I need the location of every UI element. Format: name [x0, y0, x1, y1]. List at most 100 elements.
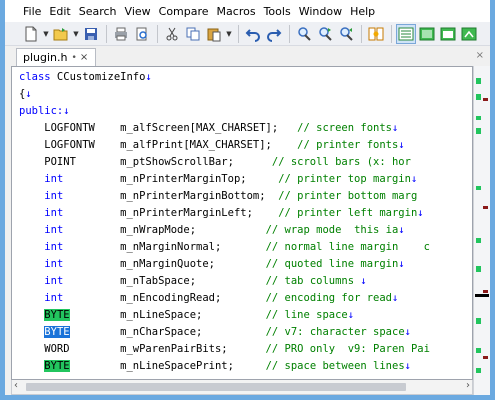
code-lines[interactable]: class CCustomizeInfo↓ {↓ public:↓ LOGFONTW… — [19, 69, 472, 375]
window-frame-right — [490, 0, 495, 400]
code-line[interactable]: int m_nEncodingRead; // encoding for rea… — [19, 290, 472, 307]
close-all-icon[interactable]: × — [476, 50, 484, 61]
map-marker-green — [476, 238, 481, 243]
code-token: ↓ — [417, 207, 424, 219]
code-token: BYTE — [44, 309, 70, 321]
code-editor[interactable]: class CCustomizeInfo↓ {↓ public:↓ LOGFONTW… — [11, 66, 473, 380]
green-panel-icon[interactable] — [417, 24, 437, 44]
code-line[interactable]: BYTE m_nLineSpacePrint; // space between… — [19, 358, 472, 375]
tab-plugin-h[interactable]: plugin.h • × — [16, 48, 96, 66]
diff-map-bar[interactable] — [473, 66, 490, 395]
code-token: int — [44, 258, 64, 270]
map-marker-green — [476, 318, 481, 324]
code-line[interactable]: class CCustomizeInfo↓ — [19, 69, 472, 86]
view-mode-icon[interactable] — [396, 23, 416, 44]
close-icon[interactable]: × — [80, 52, 88, 63]
menu-search[interactable]: Search — [79, 2, 125, 21]
toolbar-separator — [106, 24, 107, 43]
code-token: // scroll bars (x: hor — [271, 156, 411, 168]
code-token: int — [44, 241, 64, 253]
code-line[interactable]: int m_nWrapMode; // wrap mode this ia↓ — [19, 222, 472, 239]
code-line[interactable]: int m_nPrinterMarginTop; // printer top … — [19, 171, 472, 188]
code-line[interactable]: int m_nMarginQuote; // quoted line margi… — [19, 256, 472, 273]
code-line[interactable]: int m_nMarginNormal; // normal line marg… — [19, 239, 472, 256]
code-line[interactable]: {↓ — [19, 86, 472, 103]
code-token: POINT m_ptShowScrollBar; — [19, 156, 272, 168]
save-icon[interactable] — [81, 24, 101, 44]
code-token: // wrap mode this ia — [265, 224, 399, 236]
menu-macros[interactable]: Macros — [217, 2, 264, 21]
code-token: // tab columns — [265, 275, 361, 287]
open-folder-icon[interactable] — [51, 24, 71, 44]
code-token: // space between lines — [265, 360, 405, 372]
find-icon[interactable] — [294, 24, 314, 44]
menu-file[interactable]: File — [23, 2, 49, 21]
print-icon[interactable] — [111, 24, 131, 44]
code-line[interactable]: POINT m_ptShowScrollBar; // scroll bars … — [19, 154, 472, 171]
code-token: WORD m_wParenPairBits; — [19, 343, 266, 355]
paste-icon[interactable] — [204, 24, 224, 44]
find-next-icon[interactable] — [315, 24, 335, 44]
menu-help[interactable]: Help — [350, 2, 383, 21]
code-token: ↓ — [404, 360, 411, 372]
new-file-icon[interactable] — [21, 24, 41, 44]
code-token: CCustomizeInfo — [50, 71, 146, 83]
redo-icon[interactable] — [264, 24, 284, 44]
code-token: LOGFONTW m_alfScreen[MAX_CHARSET]; — [19, 122, 298, 134]
code-token: m_nMarginQuote; — [63, 258, 266, 270]
code-token: ↓ — [391, 122, 399, 134]
code-line[interactable]: public:↓ — [19, 103, 472, 120]
code-token: int — [44, 292, 64, 304]
pin-icon[interactable]: • — [72, 53, 77, 63]
code-line[interactable]: BYTE m_nLineSpace; // line space↓ — [19, 307, 472, 324]
restore-icon[interactable] — [459, 24, 479, 44]
scroll-right-icon[interactable]: › — [466, 380, 470, 391]
code-token: int — [44, 224, 64, 236]
code-line[interactable]: LOGFONTW m_alfPrint[MAX_CHARSET]; // pri… — [19, 137, 472, 154]
menu-window[interactable]: Window — [299, 2, 350, 21]
code-token: ↓ — [392, 292, 399, 304]
copy-icon[interactable] — [183, 24, 203, 44]
cut-icon[interactable] — [162, 24, 182, 44]
code-token: // v7: character space — [265, 326, 405, 338]
compare-icon[interactable] — [366, 24, 386, 44]
find-prev-icon[interactable] — [336, 24, 356, 44]
menu-tools[interactable]: Tools — [264, 2, 299, 21]
code-line[interactable]: WORD m_wParenPairBits; // PRO only v9: P… — [19, 341, 472, 358]
window-frame-bottom — [0, 395, 495, 400]
toolbar-separator — [289, 24, 290, 43]
scroll-left-icon[interactable]: ‹ — [14, 380, 18, 391]
horizontal-scrollbar[interactable]: ‹ › — [11, 380, 473, 395]
menu-view[interactable]: View — [125, 2, 159, 21]
code-line[interactable]: LOGFONTW m_alfScreen[MAX_CHARSET]; // sc… — [19, 120, 472, 137]
code-token: m_nPrinterMarginLeft; — [63, 207, 279, 219]
code-token: // printer fonts — [297, 139, 399, 151]
code-token: ↓ — [360, 275, 367, 287]
map-position-indicator[interactable] — [475, 294, 489, 297]
chevron-down-icon[interactable]: ▼ — [225, 24, 233, 44]
chevron-down-icon[interactable]: ▼ — [72, 24, 80, 44]
window-icon[interactable] — [438, 24, 458, 44]
scroll-thumb[interactable] — [26, 383, 406, 391]
menu-compare[interactable]: Compare — [159, 2, 217, 21]
code-line[interactable]: int m_nPrinterMarginBottom; // printer b… — [19, 188, 472, 205]
map-marker-green — [476, 186, 481, 190]
chevron-down-icon[interactable]: ▼ — [42, 24, 50, 44]
code-token: ↓ — [398, 139, 405, 151]
undo-icon[interactable] — [243, 24, 263, 44]
code-token: LOGFONTW m_alfPrint[MAX_CHARSET]; — [19, 139, 298, 151]
code-token: int — [44, 275, 64, 287]
print-preview-icon[interactable] — [132, 24, 152, 44]
menu-edit[interactable]: Edit — [49, 2, 78, 21]
code-line[interactable]: BYTE m_nCharSpace; // v7: character spac… — [19, 324, 472, 341]
code-token: int — [44, 173, 64, 185]
code-line[interactable]: int m_nPrinterMarginLeft; // printer lef… — [19, 205, 472, 222]
code-token: m_nPrinterMarginBottom; — [63, 190, 279, 202]
code-line[interactable]: int m_nTabSpace; // tab columns ↓ — [19, 273, 472, 290]
